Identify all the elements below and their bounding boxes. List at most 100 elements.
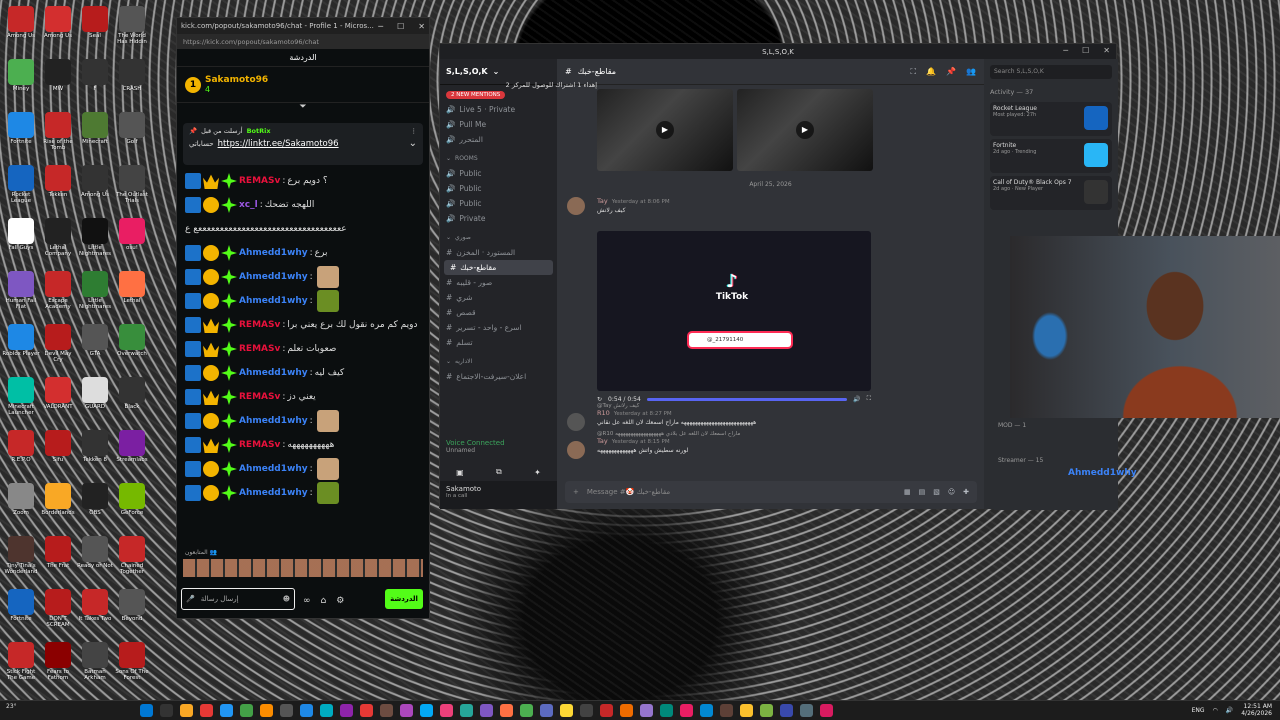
desktop-icon[interactable]: Miney (2, 57, 40, 107)
taskbar-app-icon[interactable] (720, 704, 733, 717)
avatar[interactable] (567, 197, 585, 215)
chat-message[interactable]: Ahmedd1why: (185, 265, 421, 289)
taskbar-app-icon[interactable] (140, 704, 153, 717)
chat-username[interactable]: Ahmedd1why (239, 487, 308, 499)
voice-channel[interactable]: 🔊 Public (440, 166, 557, 181)
message[interactable]: @Tay كيف رلانش R10 Yesterday at 8:27 PM ه… (567, 403, 977, 431)
desktop-icon[interactable]: CRASH (113, 57, 151, 107)
taskbar-app-icon[interactable] (200, 704, 213, 717)
taskbar-app-icon[interactable] (320, 704, 333, 717)
address-bar[interactable]: https://kick.com/popout/sakamoto96/chat (177, 34, 429, 49)
chat-message[interactable]: Ahmedd1why: (185, 481, 421, 505)
voice-channel[interactable]: 🔊 Live 5 · Private (440, 102, 557, 117)
desktop-icon[interactable]: Escape Academy (39, 269, 77, 319)
fullscreen-icon[interactable]: ⛶ (867, 395, 871, 403)
desktop-icon[interactable]: The Frat (39, 534, 77, 584)
desktop-icon[interactable]: The Outlast Trials (113, 163, 151, 213)
minimize-icon[interactable]: ─ (1063, 46, 1068, 55)
activity-card[interactable]: Call of Duty® Black Ops 7 2d ago · New Pl… (990, 176, 1112, 210)
chat-username[interactable]: xc_l (239, 199, 258, 211)
chat-message[interactable]: REMASv: يعني دز (185, 385, 421, 409)
chat-message[interactable]: Ahmedd1why: كيف ليه (185, 361, 421, 385)
chat-message[interactable]: Ahmedd1why: (185, 409, 421, 433)
desktop-icon[interactable]: Roblox Player (2, 322, 40, 372)
close-icon[interactable]: ✕ (1103, 46, 1110, 55)
taskbar-app-icon[interactable] (400, 704, 413, 717)
chat-username[interactable]: REMASv (239, 391, 280, 403)
taskbar-app-icon[interactable] (220, 704, 233, 717)
mod-member[interactable] (998, 429, 1114, 457)
message-author[interactable]: Tay (597, 437, 608, 445)
tiktok-video-embed[interactable]: ♪ TikTok @_21791140 (597, 231, 871, 391)
send-button[interactable]: الدردشة (385, 589, 423, 609)
chat-message[interactable]: REMASv: صعوبات تعلم (185, 337, 421, 361)
desktop-icon[interactable]: Among Us (2, 4, 40, 54)
text-channel[interactable]: # اعلان-سيرفت-الاجتماع (440, 369, 557, 384)
screen-icon[interactable]: ⧉ (496, 467, 502, 477)
chat-message[interactable]: REMASv: ؟ دويم برع (185, 169, 421, 193)
more-icon[interactable]: ⋮ (411, 127, 418, 135)
maximize-icon[interactable]: ☐ (1082, 46, 1089, 55)
pinned-message[interactable]: 📌 أرسلت من قبل BotRix ⋮ حساباتي https://… (183, 123, 423, 165)
infinity-icon[interactable]: ∞ (303, 596, 311, 606)
desktop-icon[interactable]: The World Has Hiddin (113, 4, 151, 54)
desktop-icon[interactable]: Human Fall Flat (2, 269, 40, 319)
taskbar-app-icon[interactable] (700, 704, 713, 717)
streamer-member-name[interactable]: Ahmedd1why (1068, 468, 1137, 478)
threads-icon[interactable]: ⛶ (910, 67, 916, 77)
taskbar-app-icon[interactable] (300, 704, 313, 717)
channel-category[interactable]: ⌄ الاداريه (440, 354, 557, 369)
desktop-icon[interactable]: Ready or Not (76, 534, 114, 584)
desktop-icon[interactable]: Streamlabs (113, 428, 151, 478)
text-channel[interactable]: # تسلم (440, 335, 557, 350)
desktop-icon[interactable]: Rise of the Tomb (39, 110, 77, 160)
activity-card[interactable]: Fortnite 2d ago · Trending (990, 139, 1112, 173)
taskbar-app-icon[interactable] (380, 704, 393, 717)
desktop-icon[interactable]: Stick Fight The Game (2, 640, 40, 690)
emoji-icon[interactable]: ☻ (283, 595, 290, 603)
taskbar-app-icon[interactable] (680, 704, 693, 717)
taskbar-app-icon[interactable] (240, 704, 253, 717)
kick-window-titlebar[interactable]: kick.com/popout/sakamoto96/chat - Profil… (177, 18, 429, 34)
desktop-icon[interactable]: Devil May Cry (39, 322, 77, 372)
desktop-icon[interactable]: Little Nightmares (76, 216, 114, 266)
desktop-icon[interactable]: Minecraft Launcher (2, 375, 40, 425)
weather-widget[interactable]: 23° (6, 703, 17, 710)
desktop-icon[interactable]: Batman Arkham (76, 640, 114, 690)
taskbar-app-icon[interactable] (180, 704, 193, 717)
chat-message[interactable]: REMASv: ههههههههههه (185, 433, 421, 457)
voice-channel[interactable]: 🔊 Pull Me (440, 117, 557, 132)
pin-icon[interactable]: 📌 (946, 67, 956, 77)
language-indicator[interactable]: ENG (1192, 707, 1205, 714)
mic-icon[interactable]: 🎤 (186, 595, 195, 603)
top-gifter-bar[interactable]: 1 Sakamoto96 4 إهداء 1 اشتراك للوصول للم… (177, 67, 597, 103)
volume-icon[interactable]: 🔊 (1226, 707, 1233, 714)
desktop-icon[interactable]: Fortnite (2, 587, 40, 637)
desktop-icon[interactable]: GUARD (76, 375, 114, 425)
play-icon[interactable]: ▶ (796, 121, 814, 139)
voice-channel[interactable]: 🔊 Private (440, 211, 557, 226)
channel-category[interactable]: ⌄ ROOMS (440, 151, 557, 166)
taskbar-app-icon[interactable] (160, 704, 173, 717)
desktop-icon[interactable]: Golf (113, 110, 151, 160)
taskbar-app-icon[interactable] (740, 704, 753, 717)
desktop-icon[interactable]: osu! (113, 216, 151, 266)
chevron-down-icon[interactable]: ⌄ (409, 138, 417, 149)
taskbar-app-icon[interactable] (580, 704, 593, 717)
chat-username[interactable]: REMASv (239, 319, 280, 331)
bell-icon[interactable]: 🔔 (926, 67, 936, 77)
chat-input[interactable]: 🎤 إرسال رسالة ☻ (181, 588, 295, 610)
text-channel[interactable]: # مقاطع-خبك (444, 260, 553, 275)
activity-card[interactable]: Rocket League Most played: 27h (990, 102, 1112, 136)
gear-icon[interactable]: ⚙ (336, 596, 344, 606)
taskbar-app-icon[interactable] (260, 704, 273, 717)
chat-username[interactable]: Ahmedd1why (239, 247, 308, 259)
desktop-icon[interactable]: GTA (76, 322, 114, 372)
desktop-icon[interactable]: Tekken 8 (76, 428, 114, 478)
minimize-icon[interactable]: ─ (378, 22, 383, 31)
message-author[interactable]: Tay (597, 197, 608, 205)
taskbar-app-icon[interactable] (480, 704, 493, 717)
chat-username[interactable]: REMASv (239, 175, 280, 187)
taskbar-app-icon[interactable] (440, 704, 453, 717)
desktop-icon[interactable]: DON'T SCREAM (39, 587, 77, 637)
